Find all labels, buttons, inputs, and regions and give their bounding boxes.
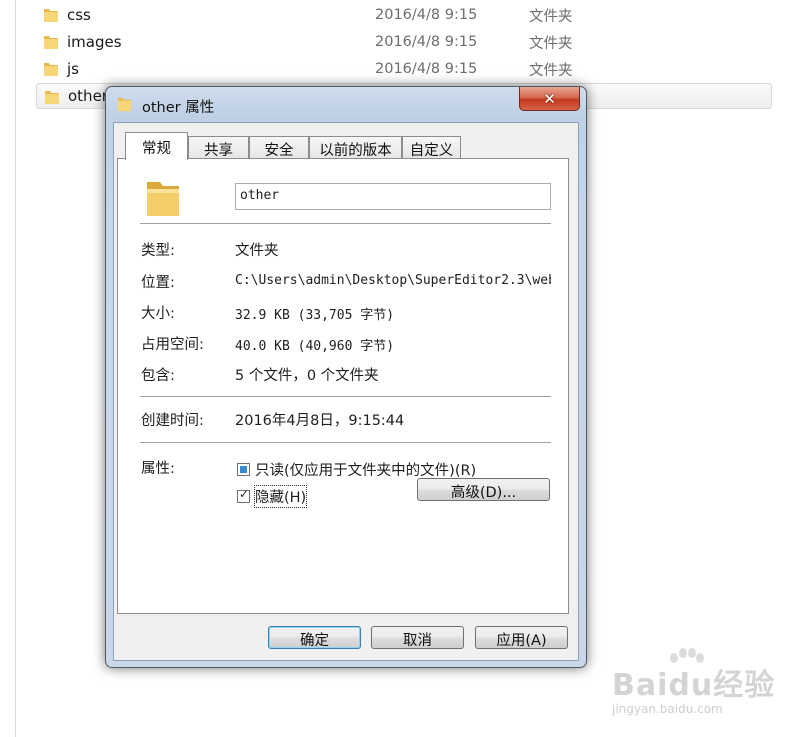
file-date: 2016/4/8 9:15 (375, 34, 478, 50)
dialog-title: other 属性 (142, 100, 215, 116)
size-label: 大小: (141, 306, 175, 322)
hidden-checkbox[interactable]: ✓ (237, 487, 250, 503)
type-value: 文件夹 (235, 243, 279, 259)
tab-label: 安全 (264, 143, 294, 159)
folder-icon (117, 97, 132, 112)
button-label: 确定 (300, 633, 329, 649)
navigation-pane-border (15, 0, 16, 737)
file-name: css (67, 6, 91, 24)
readonly-checkbox[interactable] (237, 463, 250, 476)
folder-icon (44, 63, 58, 76)
tab-label: 以前的版本 (319, 143, 392, 159)
apply-button[interactable]: 应用(A) (475, 626, 568, 649)
divider (140, 223, 551, 224)
button-label: 应用(A) (496, 633, 547, 649)
disk-size-label: 占用空间: (141, 337, 204, 353)
hidden-label[interactable]: 隐藏(H) (253, 485, 308, 508)
contains-label: 包含: (141, 368, 175, 384)
watermark-logo-text: Baidu经验 (612, 668, 776, 703)
button-label: 取消 (403, 633, 432, 649)
file-type: 文件夹 (529, 8, 573, 25)
button-label: 高级(D)... (450, 485, 517, 501)
tab-security[interactable]: 安全 (249, 136, 309, 159)
tab-label: 常规 (142, 141, 171, 157)
attributes-label: 属性: (141, 461, 175, 477)
close-button[interactable]: ✕ (519, 87, 580, 111)
tab-customize[interactable]: 自定义 (402, 136, 461, 159)
file-date: 2016/4/8 9:15 (375, 61, 478, 77)
folder-name-input[interactable]: other (235, 183, 551, 210)
tab-label: 共享 (204, 143, 233, 159)
general-tab-panel: other 类型: 文件夹 位置: C:\Users\admin\Desktop… (117, 158, 569, 614)
tab-previous-versions[interactable]: 以前的版本 (309, 136, 402, 159)
file-row-images[interactable]: images 2016/4/8 9:15 文件夹 (36, 29, 772, 55)
file-row-js[interactable]: js 2016/4/8 9:15 文件夹 (36, 56, 772, 82)
folder-icon (147, 182, 179, 216)
type-label: 类型: (141, 243, 175, 259)
file-name: images (67, 33, 122, 51)
tab-sharing[interactable]: 共享 (188, 136, 249, 159)
folder-icon (44, 36, 58, 49)
contains-value: 5 个文件，0 个文件夹 (235, 368, 379, 384)
divider (140, 396, 551, 397)
watermark-url: jingyan.baidu.com (612, 702, 723, 716)
readonly-label[interactable]: 只读(仅应用于文件夹中的文件)(R) (255, 459, 476, 480)
disk-size-value: 40.0 KB (40,960 字节) (235, 339, 395, 354)
baidu-watermark: Baidu经验 jingyan.baidu.com (596, 648, 796, 728)
location-value[interactable]: C:\Users\admin\Desktop\SuperEditor2.3\we… (235, 273, 551, 288)
size-value: 32.9 KB (33,705 字节) (235, 308, 395, 323)
folder-icon (45, 91, 59, 104)
file-date: 2016/4/8 9:15 (375, 7, 478, 23)
cancel-button[interactable]: 取消 (371, 626, 464, 649)
folder-icon (44, 9, 58, 22)
created-label: 创建时间: (141, 413, 204, 429)
file-type: 文件夹 (529, 62, 573, 79)
indeterminate-indicator (240, 466, 247, 473)
file-name: other (68, 87, 108, 105)
advanced-button[interactable]: 高级(D)... (417, 478, 550, 501)
location-value-container: C:\Users\admin\Desktop\SuperEditor2.3\we… (235, 273, 551, 288)
location-label: 位置: (141, 275, 175, 291)
checkmark-icon: ✓ (239, 487, 250, 501)
file-name: js (67, 60, 79, 78)
divider (140, 442, 551, 443)
created-value: 2016年4月8日，9:15:44 (235, 413, 405, 429)
file-type: 文件夹 (529, 35, 573, 52)
properties-dialog: other 属性 ✕ 常规 共享 安全 以前的版本 自定义 other 类型: … (105, 86, 587, 668)
file-row-css[interactable]: css 2016/4/8 9:15 文件夹 (36, 2, 772, 28)
tab-label: 自定义 (409, 143, 454, 159)
ok-button[interactable]: 确定 (268, 626, 361, 649)
close-icon: ✕ (543, 89, 556, 108)
tab-general[interactable]: 常规 (125, 132, 188, 160)
